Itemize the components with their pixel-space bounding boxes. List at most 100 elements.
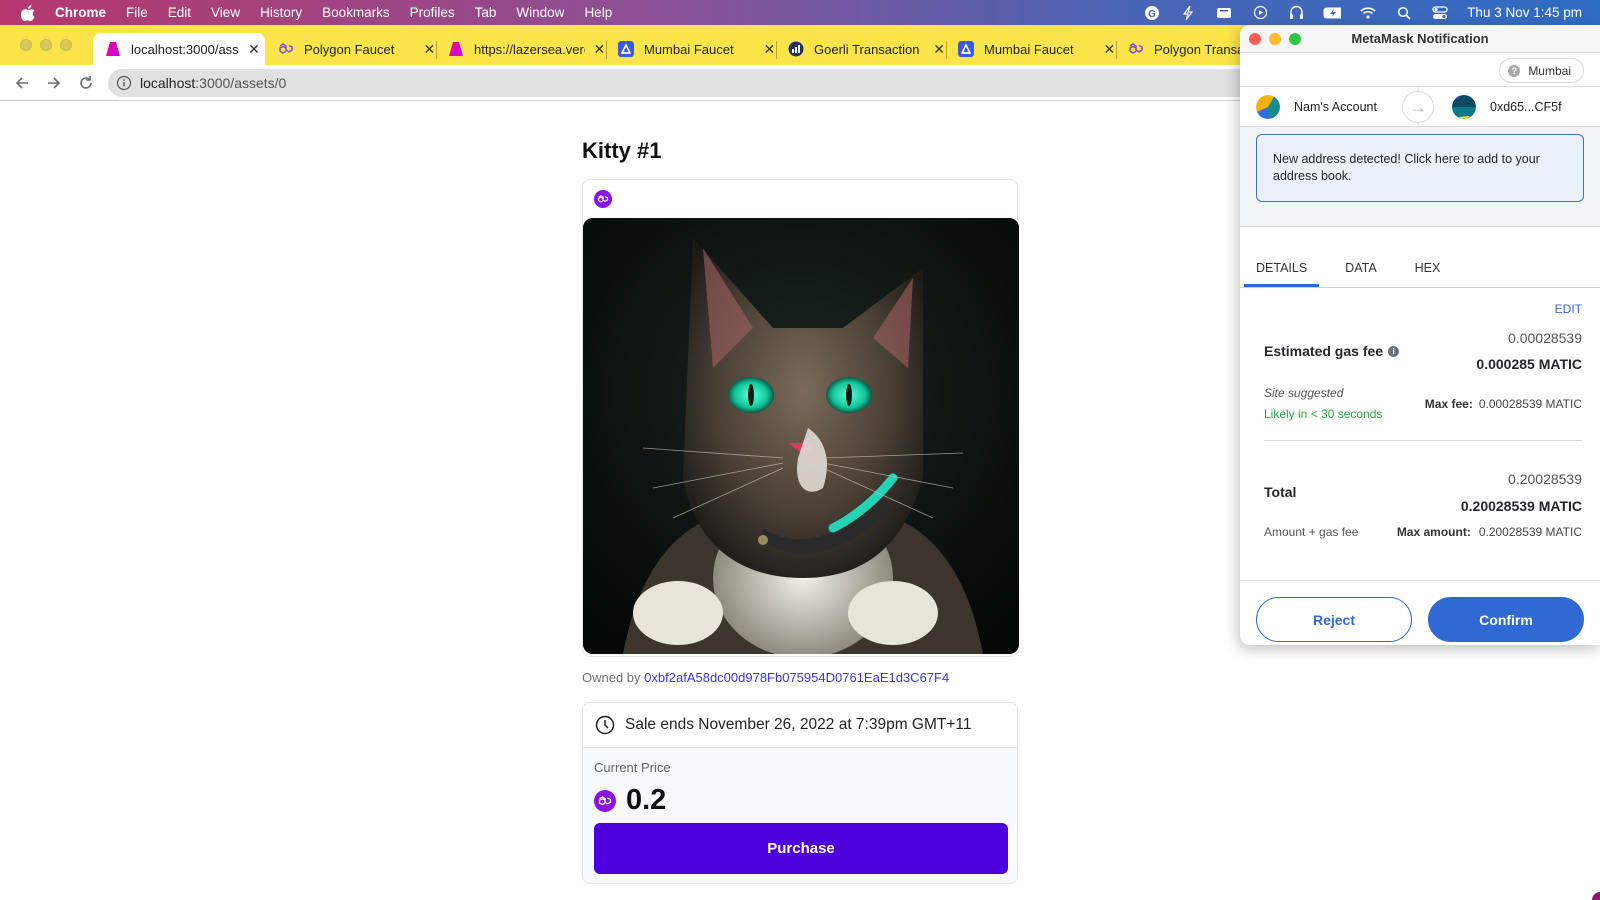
menu-tab[interactable]: Tab [475, 5, 497, 20]
site-info-icon[interactable] [116, 75, 132, 91]
zoom-window-button[interactable] [60, 39, 72, 51]
tab-close-icon[interactable]: ✕ [932, 41, 946, 58]
forward-button[interactable] [45, 74, 63, 92]
control-center-icon[interactable] [1431, 5, 1449, 20]
arrow-left-icon [15, 76, 28, 89]
close-window-button[interactable] [1249, 32, 1261, 45]
arrow-right-icon: → [1402, 91, 1434, 123]
bolt-icon[interactable] [1179, 5, 1197, 20]
network-name: Mumbai [1528, 63, 1571, 78]
tab-4[interactable]: Goerli Transaction Hash ✕ [776, 33, 947, 65]
menu-history[interactable]: History [260, 5, 302, 20]
to-account[interactable]: 0xd65...CF5f [1452, 95, 1562, 119]
transaction-details: EDIT 0.00028539 Estimated gas fee i 0.00… [1240, 289, 1600, 579]
menu-help[interactable]: Help [584, 5, 612, 20]
purchase-button[interactable]: Purchase [594, 823, 1008, 874]
tab-title: Mumbai Faucet [984, 41, 1074, 57]
reload-button[interactable] [77, 74, 95, 92]
network-row: ? Mumbai [1240, 53, 1600, 87]
tab-title: Polygon Faucet [304, 41, 395, 57]
minimize-window-button[interactable] [1269, 32, 1281, 45]
edit-gas-link[interactable]: EDIT [1555, 302, 1582, 316]
network-selector[interactable]: ? Mumbai [1499, 58, 1584, 83]
menu-profiles[interactable]: Profiles [410, 5, 455, 20]
recipient-address: 0xd65...CF5f [1490, 100, 1562, 114]
lazersea-icon [105, 41, 121, 57]
polygon-icon [278, 41, 294, 57]
etherscan-icon [788, 41, 804, 57]
url-host: localhost [140, 75, 196, 91]
sale-header: Sale ends November 26, 2022 at 7:39pm GM… [583, 703, 1017, 748]
amount-gas-label: Amount + gas fee [1264, 525, 1359, 539]
menu-view[interactable]: View [211, 5, 240, 20]
max-amount: Max amount: 0.20028539 MATIC [1396, 525, 1582, 539]
tab-0[interactable]: localhost:3000/assets/0 ✕ [93, 33, 265, 65]
metamask-notification-window: MetaMask Notification ? Mumbai Nam's Acc… [1240, 25, 1600, 645]
tab-3[interactable]: Mumbai Faucet ✕ [606, 33, 777, 65]
confirm-button[interactable]: Confirm [1428, 597, 1584, 642]
tab-details[interactable]: DETAILS [1244, 250, 1320, 287]
keyboard-icon[interactable] [1215, 6, 1233, 20]
price-value: 0.2 [626, 784, 667, 816]
gas-fee-secondary: 0.00028539 [1508, 330, 1582, 346]
alchemy-icon [958, 41, 974, 57]
menu-edit[interactable]: Edit [168, 5, 191, 20]
menu-bookmarks[interactable]: Bookmarks [322, 5, 390, 20]
back-button[interactable] [13, 74, 31, 92]
apple-icon[interactable] [21, 4, 37, 21]
menubar-clock[interactable]: Thu 3 Nov 1:45 pm [1467, 5, 1582, 20]
tab-2[interactable]: https://lazersea.vercel.app ✕ [436, 33, 607, 65]
url-path: :3000/assets/0 [195, 75, 287, 91]
from-account[interactable]: Nam's Account [1256, 95, 1377, 119]
headphones-icon[interactable] [1287, 5, 1305, 20]
mac-menubar: Chrome File Edit View History Bookmarks … [0, 0, 1600, 25]
owned-by-label: Owned by [582, 670, 641, 685]
current-price-label: Current Price [594, 760, 671, 775]
grammarly-icon[interactable]: G [1143, 5, 1161, 20]
nft-image[interactable] [583, 218, 1019, 654]
tab-close-icon[interactable]: ✕ [763, 41, 776, 58]
window-controls [1249, 32, 1301, 45]
metamask-footer: Reject Confirm [1240, 580, 1600, 645]
tab-close-icon[interactable]: ✕ [247, 41, 261, 58]
total-label: Total [1264, 484, 1297, 500]
lazersea-icon [448, 41, 464, 57]
battery-icon[interactable] [1323, 6, 1342, 20]
minimize-window-button[interactable] [40, 39, 52, 51]
max-fee: Max fee: 0.00028539 MATIC [1424, 397, 1582, 411]
clock-icon [595, 715, 615, 735]
owner-address-link[interactable]: 0xbf2afA58dc00d978Fb075954D0761EaE1d3C67… [644, 670, 949, 685]
page-title: Kitty #1 [582, 138, 662, 163]
menu-app-name[interactable]: Chrome [55, 5, 106, 20]
close-window-button[interactable] [20, 39, 32, 51]
site-suggested-label: Site suggested [1264, 386, 1344, 400]
menu-window[interactable]: Window [516, 5, 564, 20]
tab-hex[interactable]: HEX [1403, 250, 1453, 287]
tab-close-icon[interactable]: ✕ [423, 41, 436, 58]
new-address-alert[interactable]: New address detected! Click here to add … [1256, 134, 1584, 202]
tab-title: Goerli Transaction Hash [814, 41, 924, 57]
alert-area: New address detected! Click here to add … [1240, 127, 1600, 227]
question-icon: ? [1508, 64, 1521, 77]
desktop: Chrome File Edit View History Bookmarks … [0, 0, 1600, 900]
play-icon[interactable] [1251, 5, 1269, 20]
tab-close-icon[interactable]: ✕ [593, 41, 606, 58]
info-icon[interactable]: i [1388, 345, 1400, 357]
owner-line: Owned by 0xbf2afA58dc00d978Fb075954D0761… [582, 670, 949, 685]
matic-icon [594, 789, 616, 812]
zoom-window-button[interactable] [1289, 32, 1301, 45]
reject-button[interactable]: Reject [1256, 597, 1412, 642]
tab-title: https://lazersea.vercel.app [474, 41, 585, 57]
tab-1[interactable]: Polygon Faucet ✕ [266, 33, 437, 65]
alchemy-icon [618, 41, 634, 57]
polygon-chain-icon [594, 190, 612, 208]
metamask-titlebar: MetaMask Notification [1240, 25, 1600, 53]
menu-file[interactable]: File [126, 5, 148, 20]
polygon-icon [1128, 41, 1144, 57]
wifi-icon[interactable] [1359, 6, 1377, 20]
price-section: Current Price 0.2 Purchase [583, 748, 1017, 883]
tab-close-icon[interactable]: ✕ [1103, 41, 1116, 58]
tab-data[interactable]: DATA [1333, 250, 1388, 287]
search-icon[interactable] [1395, 6, 1413, 20]
tab-5[interactable]: Mumbai Faucet ✕ [946, 33, 1117, 65]
